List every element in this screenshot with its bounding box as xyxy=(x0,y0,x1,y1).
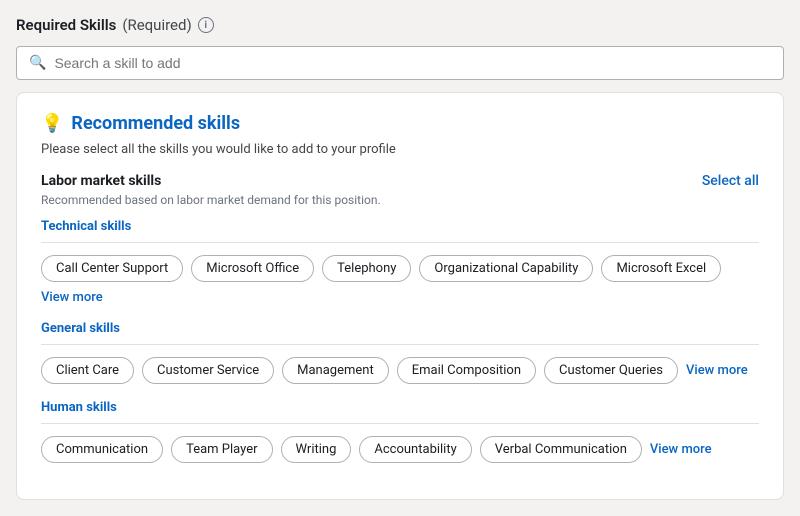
human-view-more[interactable]: View more xyxy=(650,442,712,457)
skill-microsoft-excel[interactable]: Microsoft Excel xyxy=(601,255,721,282)
human-skills-row: Communication Team Player Writing Accoun… xyxy=(41,436,759,463)
recommended-skills-card: 💡 Recommended skills Please select all t… xyxy=(16,92,784,500)
skill-microsoft-office[interactable]: Microsoft Office xyxy=(191,255,314,282)
search-input[interactable] xyxy=(54,55,771,71)
skill-customer-queries[interactable]: Customer Queries xyxy=(544,357,678,384)
skill-organizational-capability[interactable]: Organizational Capability xyxy=(419,255,593,282)
general-skills-title: General skills xyxy=(41,321,759,336)
technical-view-more[interactable]: View more xyxy=(41,290,103,305)
skill-call-center-support[interactable]: Call Center Support xyxy=(41,255,183,282)
info-icon[interactable]: i xyxy=(198,17,214,33)
labor-market-header: Labor market skills Select all xyxy=(41,173,759,189)
human-divider xyxy=(41,423,759,424)
bulb-icon: 💡 xyxy=(41,113,63,134)
labor-market-label: Labor market skills xyxy=(41,173,161,189)
skill-verbal-communication[interactable]: Verbal Communication xyxy=(480,436,642,463)
technical-skills-row: Call Center Support Microsoft Office Tel… xyxy=(41,255,759,305)
skill-email-composition[interactable]: Email Composition xyxy=(397,357,536,384)
skill-writing[interactable]: Writing xyxy=(281,436,352,463)
labor-market-sub: Recommended based on labor market demand… xyxy=(41,193,759,207)
skill-communication[interactable]: Communication xyxy=(41,436,163,463)
general-skills-row: Client Care Customer Service Management … xyxy=(41,357,759,384)
required-label: (Required) xyxy=(122,16,191,34)
search-bar: 🔍 xyxy=(16,46,784,80)
recommended-title: 💡 Recommended skills xyxy=(41,113,759,134)
select-all-link[interactable]: Select all xyxy=(702,173,759,189)
technical-divider xyxy=(41,242,759,243)
card-description: Please select all the skills you would l… xyxy=(41,142,759,157)
section-title: Required Skills xyxy=(16,16,116,34)
general-divider xyxy=(41,344,759,345)
general-view-more[interactable]: View more xyxy=(686,363,748,378)
technical-skills-title: Technical skills xyxy=(41,219,759,234)
skill-customer-service[interactable]: Customer Service xyxy=(142,357,274,384)
skill-accountability[interactable]: Accountability xyxy=(359,436,471,463)
search-icon: 🔍 xyxy=(29,55,46,71)
skill-management[interactable]: Management xyxy=(282,357,389,384)
human-skills-title: Human skills xyxy=(41,400,759,415)
skill-client-care[interactable]: Client Care xyxy=(41,357,134,384)
skill-telephony[interactable]: Telephony xyxy=(322,255,411,282)
skill-team-player[interactable]: Team Player xyxy=(171,436,272,463)
